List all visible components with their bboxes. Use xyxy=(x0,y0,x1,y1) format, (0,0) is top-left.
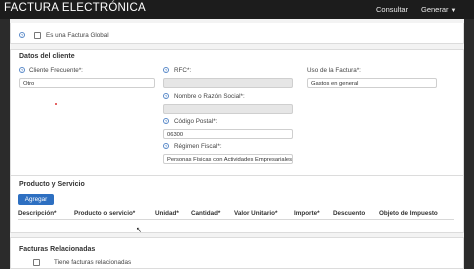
regimen-select[interactable]: Personas Físicas con Actividades Empresa… xyxy=(163,154,293,164)
nav-consultar[interactable]: Consultar xyxy=(376,5,408,14)
productos-section-title: Producto y Servicio xyxy=(19,181,85,188)
help-icon[interactable]: ? xyxy=(163,143,169,149)
table-header-divider xyxy=(18,219,454,220)
cursor-marker xyxy=(55,103,57,105)
help-icon[interactable]: ? xyxy=(19,67,25,73)
cliente-section-title: Datos del cliente xyxy=(19,53,75,60)
relacionadas-checkbox-label: Tiene facturas relacionadas xyxy=(54,259,132,266)
uso-factura-label: Uso de la Factura*: xyxy=(307,67,361,74)
column-valor-unitario: Valor Unitario* xyxy=(234,210,278,217)
app-title: FACTURA ELECTRÓNICA xyxy=(4,2,146,14)
top-navbar: FACTURA ELECTRÓNICA Consultar Generar ▼ xyxy=(0,0,474,19)
column-cantidad: Cantidad* xyxy=(191,210,221,217)
global-invoice-label: Es una Factura Global xyxy=(46,32,109,39)
help-icon[interactable]: ? xyxy=(163,67,169,73)
rfc-label: RFC*: xyxy=(174,67,192,74)
relacionadas-checkbox[interactable] xyxy=(33,259,40,266)
cliente-card: Datos del cliente ? Cliente Frecuente*: … xyxy=(10,49,464,191)
nombre-label: Nombre o Razón Social*: xyxy=(174,93,245,100)
cliente-frecuente-label: Cliente Frecuente*: xyxy=(29,67,83,74)
nav-generar[interactable]: Generar ▼ xyxy=(421,5,456,14)
nombre-input[interactable] xyxy=(163,104,293,114)
add-button[interactable]: Agregar xyxy=(18,194,54,205)
chevron-down-icon: ▼ xyxy=(450,8,457,14)
column-objeto-impuesto: Objeto de Impuesto xyxy=(379,210,438,217)
help-icon[interactable]: ? xyxy=(19,32,25,38)
relacionadas-section-title: Facturas Relacionadas xyxy=(19,246,96,253)
rfc-input[interactable] xyxy=(163,78,293,88)
column-unidad: Unidad* xyxy=(155,210,179,217)
column-importe: Importe* xyxy=(294,210,320,217)
global-invoice-card: ? Es una Factura Global xyxy=(10,23,464,44)
column-producto: Producto o servicio* xyxy=(74,210,136,217)
regimen-label: Régimen Fiscal*: xyxy=(174,143,222,150)
help-icon[interactable]: ? xyxy=(163,93,169,99)
column-descuento: Descuento xyxy=(333,210,366,217)
productos-card: Producto y Servicio xyxy=(10,175,464,233)
codigo-postal-input[interactable]: 06300 xyxy=(163,129,293,139)
relacionadas-card: Facturas Relacionadas Tiene facturas rel… xyxy=(10,237,464,269)
cliente-frecuente-select[interactable]: Otro xyxy=(19,78,155,88)
help-icon[interactable]: ? xyxy=(163,118,169,124)
global-invoice-checkbox[interactable] xyxy=(34,32,41,39)
nav-generar-label: Generar xyxy=(421,5,449,14)
uso-factura-select[interactable]: Gastos en general xyxy=(307,78,437,88)
main-page: ? Es una Factura Global Datos del client… xyxy=(10,19,464,269)
codigo-postal-label: Código Postal*: xyxy=(174,118,218,125)
column-descripcion: Descripción* xyxy=(18,210,57,217)
mouse-cursor-icon: ↖ xyxy=(136,227,142,234)
